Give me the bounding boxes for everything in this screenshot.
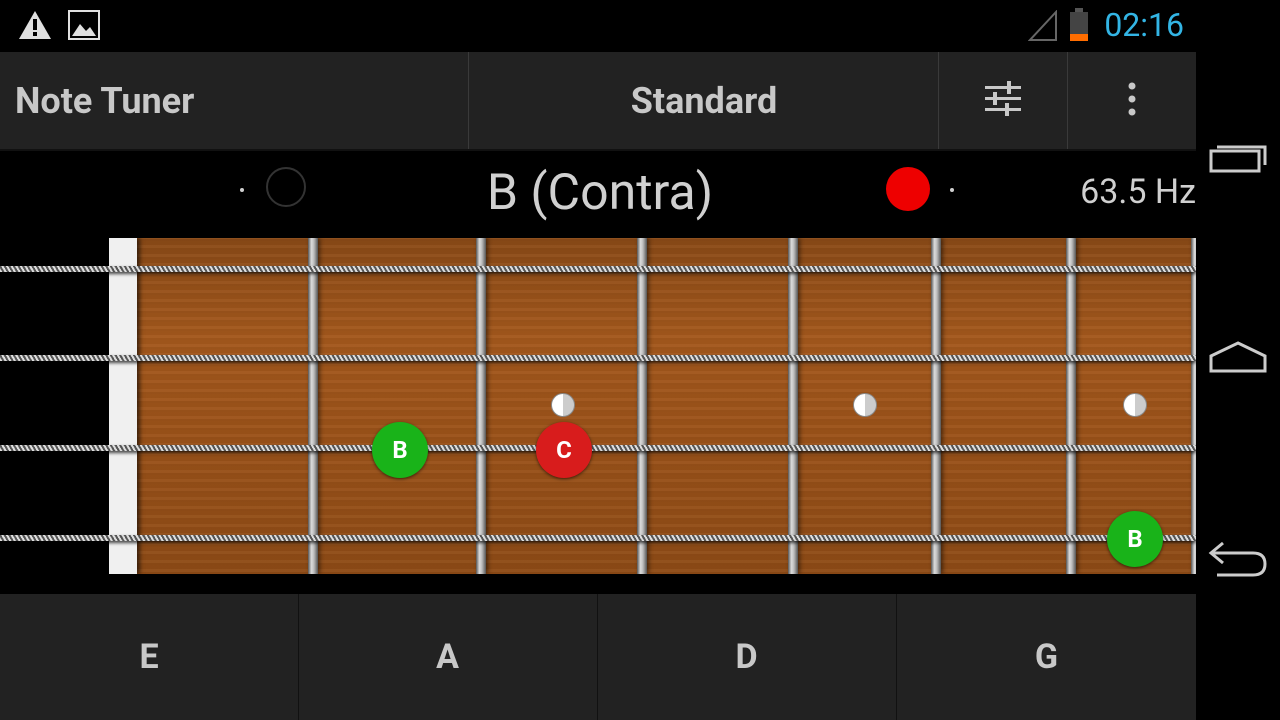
- action-bar: Note Tuner Standard: [0, 52, 1196, 151]
- settings-button[interactable]: [939, 52, 1067, 149]
- fretboard[interactable]: [109, 238, 1196, 574]
- note-marker[interactable]: B: [372, 422, 428, 478]
- string-d: [0, 355, 1196, 361]
- tuner-readout: B (Contra) 63.5 Hz: [0, 150, 1196, 236]
- status-bar: 02:16: [0, 0, 1196, 50]
- app-title: Note Tuner: [15, 80, 195, 122]
- fret-inlay: [853, 393, 877, 417]
- recent-apps-button[interactable]: [1208, 134, 1268, 184]
- string-e: [0, 535, 1196, 541]
- home-icon: [1209, 340, 1267, 378]
- fret-inlay: [551, 393, 575, 417]
- string-button-a[interactable]: A: [298, 594, 596, 720]
- battery-icon: [1068, 8, 1090, 46]
- nut: [109, 238, 137, 574]
- fret: [788, 238, 798, 574]
- string-button-e[interactable]: E: [0, 594, 298, 720]
- overflow-menu-icon: [1127, 82, 1137, 120]
- navigation-bar: [1196, 0, 1280, 720]
- string-g: [0, 266, 1196, 272]
- image-icon: [68, 10, 100, 44]
- detected-note: B (Contra): [486, 164, 714, 222]
- string-a: [0, 445, 1196, 451]
- string-button-d[interactable]: D: [597, 594, 895, 720]
- fret: [476, 238, 486, 574]
- clock: 02:16: [1104, 6, 1184, 44]
- settings-sliders-icon: [983, 80, 1023, 121]
- recent-apps-icon: [1209, 141, 1267, 177]
- back-button[interactable]: [1208, 534, 1268, 584]
- fret: [308, 238, 318, 574]
- string-selector: E A D G: [0, 594, 1196, 720]
- indicator-dot: [950, 188, 954, 192]
- signal-icon: [1027, 9, 1058, 46]
- sharp-indicator: [886, 167, 930, 211]
- tuning-selector[interactable]: Standard: [470, 80, 938, 122]
- home-button[interactable]: [1208, 334, 1268, 384]
- overflow-menu-button[interactable]: [1068, 52, 1196, 149]
- fret: [637, 238, 647, 574]
- fret: [1066, 238, 1076, 574]
- fret-inlay: [1123, 393, 1147, 417]
- frequency-readout: 63.5 Hz: [1080, 172, 1196, 212]
- note-marker[interactable]: B: [1107, 511, 1163, 567]
- divider: [468, 52, 469, 149]
- flat-indicator: [266, 167, 306, 207]
- warning-icon: [18, 10, 52, 44]
- fret: [931, 238, 941, 574]
- note-marker[interactable]: C: [536, 422, 592, 478]
- string-button-g[interactable]: G: [896, 594, 1196, 720]
- indicator-dot: [240, 188, 244, 192]
- back-icon: [1207, 537, 1269, 581]
